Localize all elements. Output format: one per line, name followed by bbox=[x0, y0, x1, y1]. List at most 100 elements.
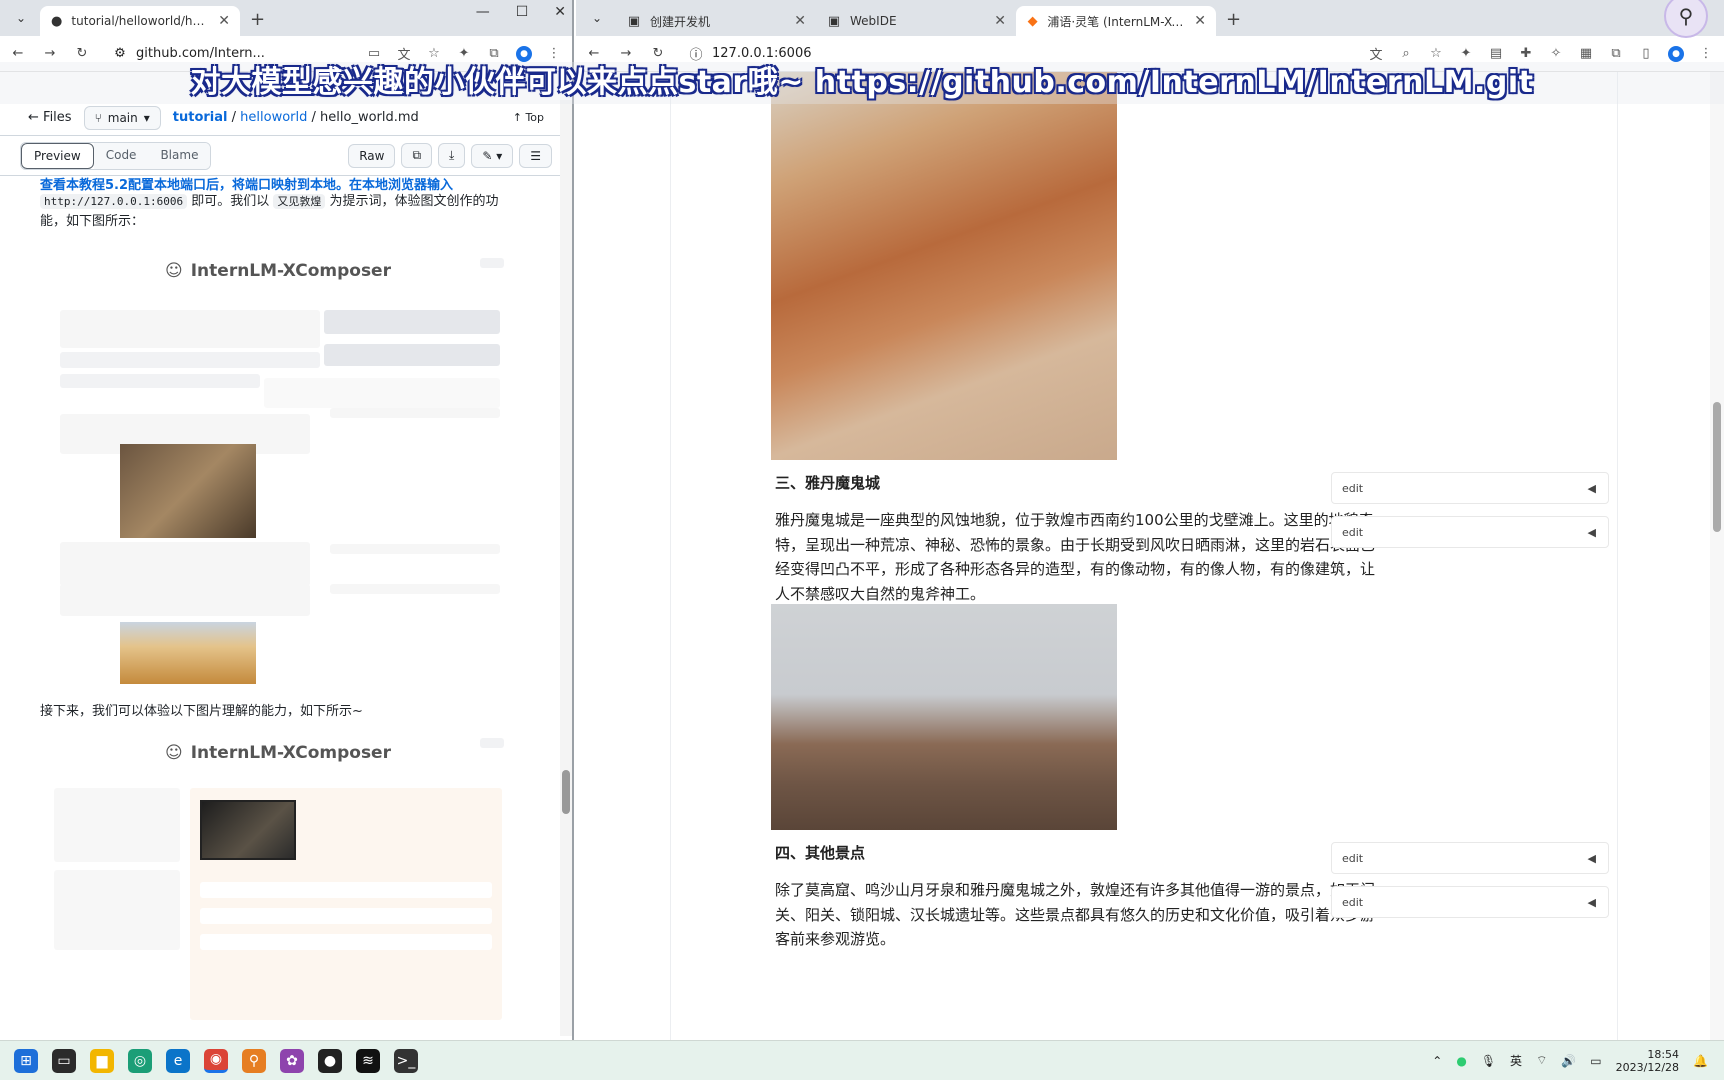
file-explorer-icon[interactable]: ▆ bbox=[90, 1048, 114, 1073]
close-icon[interactable]: ✕ bbox=[994, 13, 1006, 29]
back-icon[interactable]: ← bbox=[10, 46, 26, 62]
tab-search-button-right[interactable]: ⌄ bbox=[584, 5, 610, 31]
extension-icon[interactable]: ✦ bbox=[1458, 46, 1474, 62]
terminal-icon[interactable]: >_ bbox=[394, 1048, 418, 1073]
close-icon[interactable]: ✕ bbox=[794, 13, 806, 29]
maximize-icon[interactable]: ☐ bbox=[516, 4, 529, 20]
sidepanel-icon[interactable]: ▯ bbox=[1638, 46, 1654, 62]
extension-icons: ▭ 文 ☆ ✦ ⧉ ● ⋮ bbox=[366, 45, 562, 63]
left-tab-strip: ⌄ ● tutorial/helloworld/hello_wo ✕ + — ☐… bbox=[0, 0, 572, 36]
tab-preview[interactable]: Preview bbox=[21, 142, 94, 169]
taskbar-apps: ⊞ ▭ ▆ ◎ e ◉ ⚲ ✿ ● ≋ >_ bbox=[0, 1048, 418, 1073]
download-icon[interactable]: ⤓ bbox=[438, 143, 466, 168]
caret-left-icon: ◀ bbox=[1587, 525, 1596, 539]
tab-webide[interactable]: ▣ WebIDE ✕ bbox=[816, 6, 1016, 36]
site-info-icon[interactable]: ⚙ bbox=[112, 46, 128, 62]
close-icon[interactable]: ✕ bbox=[1194, 13, 1206, 29]
left-page-scrollbar[interactable] bbox=[560, 100, 572, 1036]
left-browser-window: ⌄ ● tutorial/helloworld/hello_wo ✕ + — ☐… bbox=[0, 0, 574, 1040]
minimize-icon[interactable]: — bbox=[476, 4, 490, 20]
start-menu-icon[interactable]: ⊞ bbox=[14, 1048, 38, 1073]
back-icon[interactable]: ← bbox=[586, 46, 602, 62]
tab-github[interactable]: ● tutorial/helloworld/hello_wo ✕ bbox=[40, 6, 240, 36]
edit-dropdown-2[interactable]: edit ◀ bbox=[1331, 516, 1609, 548]
edit-dropdown-1[interactable]: edit ◀ bbox=[1331, 472, 1609, 504]
new-tab-button[interactable]: + bbox=[240, 9, 275, 36]
right-tab-strip: ⌄ ▣ 创建开发机 ✕ ▣ WebIDE ✕ ◆ 浦语·灵笔 (InternLM… bbox=[576, 0, 1724, 38]
tab-internlm-composer[interactable]: ◆ 浦语·灵笔 (InternLM-XCompo ✕ bbox=[1016, 6, 1216, 36]
tab-code[interactable]: Code bbox=[93, 142, 149, 169]
qr-icon[interactable]: ▦ bbox=[1578, 46, 1594, 62]
info-icon[interactable]: ⓘ bbox=[688, 46, 704, 63]
search-app-icon[interactable]: ⚲ bbox=[242, 1048, 266, 1073]
keyword-code: 又见敦煌 bbox=[273, 194, 326, 209]
bookmark-star-icon[interactable]: ☆ bbox=[1428, 46, 1444, 62]
edit-pencil-icon[interactable]: ✎ ▾ bbox=[471, 143, 514, 168]
profile-icon[interactable]: ● bbox=[1668, 45, 1684, 62]
markdown-body: 查看本教程5.2配置本地端口后，将端口映射到本地。在本地浏览器输入 http:/… bbox=[0, 176, 572, 232]
new-tab-button-right[interactable]: + bbox=[1216, 9, 1251, 36]
edge-icon[interactable]: e bbox=[166, 1048, 190, 1073]
task-view-icon[interactable]: ▭ bbox=[52, 1048, 76, 1073]
chevron-up-icon[interactable]: ⌃ bbox=[1432, 1054, 1442, 1068]
close-window-icon[interactable]: ✕ bbox=[554, 4, 566, 20]
tab-search-button[interactable]: ⌄ bbox=[8, 5, 34, 31]
microphone-icon[interactable]: 🎙 bbox=[1481, 1054, 1496, 1068]
battery-icon[interactable]: ▭ bbox=[1590, 1054, 1601, 1068]
translate-icon[interactable]: 文 bbox=[396, 46, 412, 63]
wifi-icon[interactable]: ⌔ bbox=[1536, 1053, 1547, 1068]
forward-icon[interactable]: → bbox=[42, 46, 58, 62]
record-app-icon[interactable]: ● bbox=[318, 1048, 342, 1073]
edit-dropdown-4[interactable]: edit ◀ bbox=[1331, 886, 1609, 918]
puzzle-icon[interactable]: ⧉ bbox=[486, 46, 502, 62]
editor-app-icon[interactable]: ≋ bbox=[356, 1048, 380, 1073]
robot-icon: ☺ bbox=[165, 261, 183, 281]
branch-selector[interactable]: ⑂ main ▾ bbox=[83, 105, 161, 130]
breadcrumb-root[interactable]: tutorial bbox=[173, 110, 228, 125]
copy-icon[interactable]: ⧉ bbox=[401, 143, 433, 168]
screenshot-logo-2: ☺ InternLM-XComposer bbox=[165, 743, 391, 763]
forward-icon[interactable]: → bbox=[618, 46, 634, 62]
clock[interactable]: 18:54 2023/12/28 bbox=[1616, 1048, 1679, 1074]
bookmark-star-icon[interactable]: ☆ bbox=[426, 46, 442, 62]
article-panel: 三、雅丹魔鬼城 雅丹魔鬼城是一座典型的风蚀地貌，位于敦煌市西南约100公里的戈壁… bbox=[670, 72, 1618, 1040]
tab-create-devmachine[interactable]: ▣ 创建开发机 ✕ bbox=[616, 6, 816, 36]
zoom-icon[interactable]: ⌕ bbox=[1398, 46, 1414, 62]
breadcrumb-folder[interactable]: helloworld bbox=[240, 110, 307, 125]
reload-icon[interactable]: ↻ bbox=[650, 46, 666, 62]
reload-icon[interactable]: ↻ bbox=[74, 46, 90, 62]
extension-icon[interactable]: ✧ bbox=[1548, 46, 1564, 62]
translate-icon[interactable]: 文 bbox=[1368, 46, 1384, 63]
gradio-icon: ◆ bbox=[1027, 13, 1038, 29]
outline-list-icon[interactable]: ☰ bbox=[519, 143, 552, 168]
menu-dots-icon[interactable]: ⋮ bbox=[1698, 46, 1714, 62]
cast-icon[interactable]: ▭ bbox=[366, 46, 382, 62]
github-file-header: ← Files ⑂ main ▾ tutorial / helloworld / … bbox=[0, 100, 572, 136]
breadcrumb-file: hello_world.md bbox=[320, 110, 419, 125]
section3-paragraph: 雅丹魔鬼城是一座典型的风蚀地貌，位于敦煌市西南约100公里的戈壁滩上。这里的地貌… bbox=[775, 511, 1376, 603]
ime-indicator[interactable]: 英 bbox=[1510, 1052, 1522, 1069]
profile-icon[interactable]: ● bbox=[516, 45, 532, 62]
volume-icon[interactable]: 🔊 bbox=[1561, 1054, 1576, 1068]
system-tray: ⌃ ● 🎙 英 ⌔ 🔊 ▭ 18:54 2023/12/28 🔔 bbox=[1432, 1048, 1724, 1074]
extension-icon[interactable]: ▤ bbox=[1488, 46, 1504, 62]
tab-blame[interactable]: Blame bbox=[148, 142, 211, 169]
network-app-icon[interactable]: ● bbox=[1456, 1054, 1466, 1068]
chrome-icon[interactable]: ◉ bbox=[204, 1048, 228, 1073]
extension-icon[interactable]: ✚ bbox=[1518, 46, 1534, 62]
right-page-scrollbar[interactable] bbox=[1710, 72, 1724, 1040]
menu-dots-icon[interactable]: ⋮ bbox=[546, 46, 562, 62]
subtitle-banner: 对大模型感兴趣的小伙伴可以来点点star哦~ https://github.co… bbox=[0, 62, 1724, 104]
files-toggle[interactable]: ← Files bbox=[28, 110, 72, 125]
edit-dropdown-3[interactable]: edit ◀ bbox=[1331, 842, 1609, 874]
extension-icon[interactable]: ✦ bbox=[456, 46, 472, 62]
puzzle-icon[interactable]: ⧉ bbox=[1608, 46, 1624, 62]
text-line-3: 能，如下图所示： bbox=[40, 214, 145, 229]
app-icon[interactable]: ✿ bbox=[280, 1048, 304, 1073]
top-link[interactable]: ↑ Top bbox=[513, 111, 544, 124]
user-avatar[interactable]: ⚲ bbox=[1664, 0, 1708, 38]
notification-icon[interactable]: 🔔 bbox=[1693, 1054, 1708, 1068]
browser-app-icon[interactable]: ◎ bbox=[128, 1048, 152, 1073]
raw-button[interactable]: Raw bbox=[348, 143, 396, 168]
close-icon[interactable]: ✕ bbox=[218, 13, 230, 29]
